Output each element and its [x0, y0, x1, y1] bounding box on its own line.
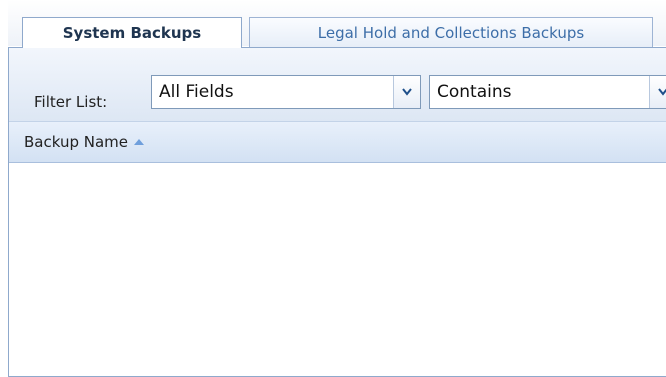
filter-toolbar: Filter List: All Fields Contains	[9, 48, 666, 122]
tab-label: System Backups	[62, 24, 202, 42]
grid-body	[9, 163, 666, 376]
filter-list-label: Filter List:	[34, 93, 108, 111]
tab-legal-hold-collections-backups[interactable]: Legal Hold and Collections Backups	[249, 17, 653, 47]
column-header-label: Backup Name	[24, 133, 129, 151]
sort-ascending-icon	[134, 137, 145, 148]
chevron-down-icon[interactable]	[393, 76, 420, 108]
tab-label: Legal Hold and Collections Backups	[317, 23, 585, 42]
backups-panel: Filter List: All Fields Contains Backup …	[8, 47, 666, 377]
filter-operator-value: Contains	[437, 82, 512, 102]
filter-field-select[interactable]: All Fields	[151, 75, 421, 109]
tab-strip: System Backups Legal Hold and Collection…	[8, 0, 666, 48]
column-header-backup-name[interactable]: Backup Name	[9, 122, 145, 162]
filter-operator-select[interactable]: Contains	[429, 75, 666, 109]
tab-system-backups[interactable]: System Backups	[22, 17, 242, 48]
chevron-down-icon[interactable]	[649, 76, 666, 108]
filter-field-value: All Fields	[159, 82, 234, 102]
grid-header: Backup Name	[9, 122, 666, 163]
